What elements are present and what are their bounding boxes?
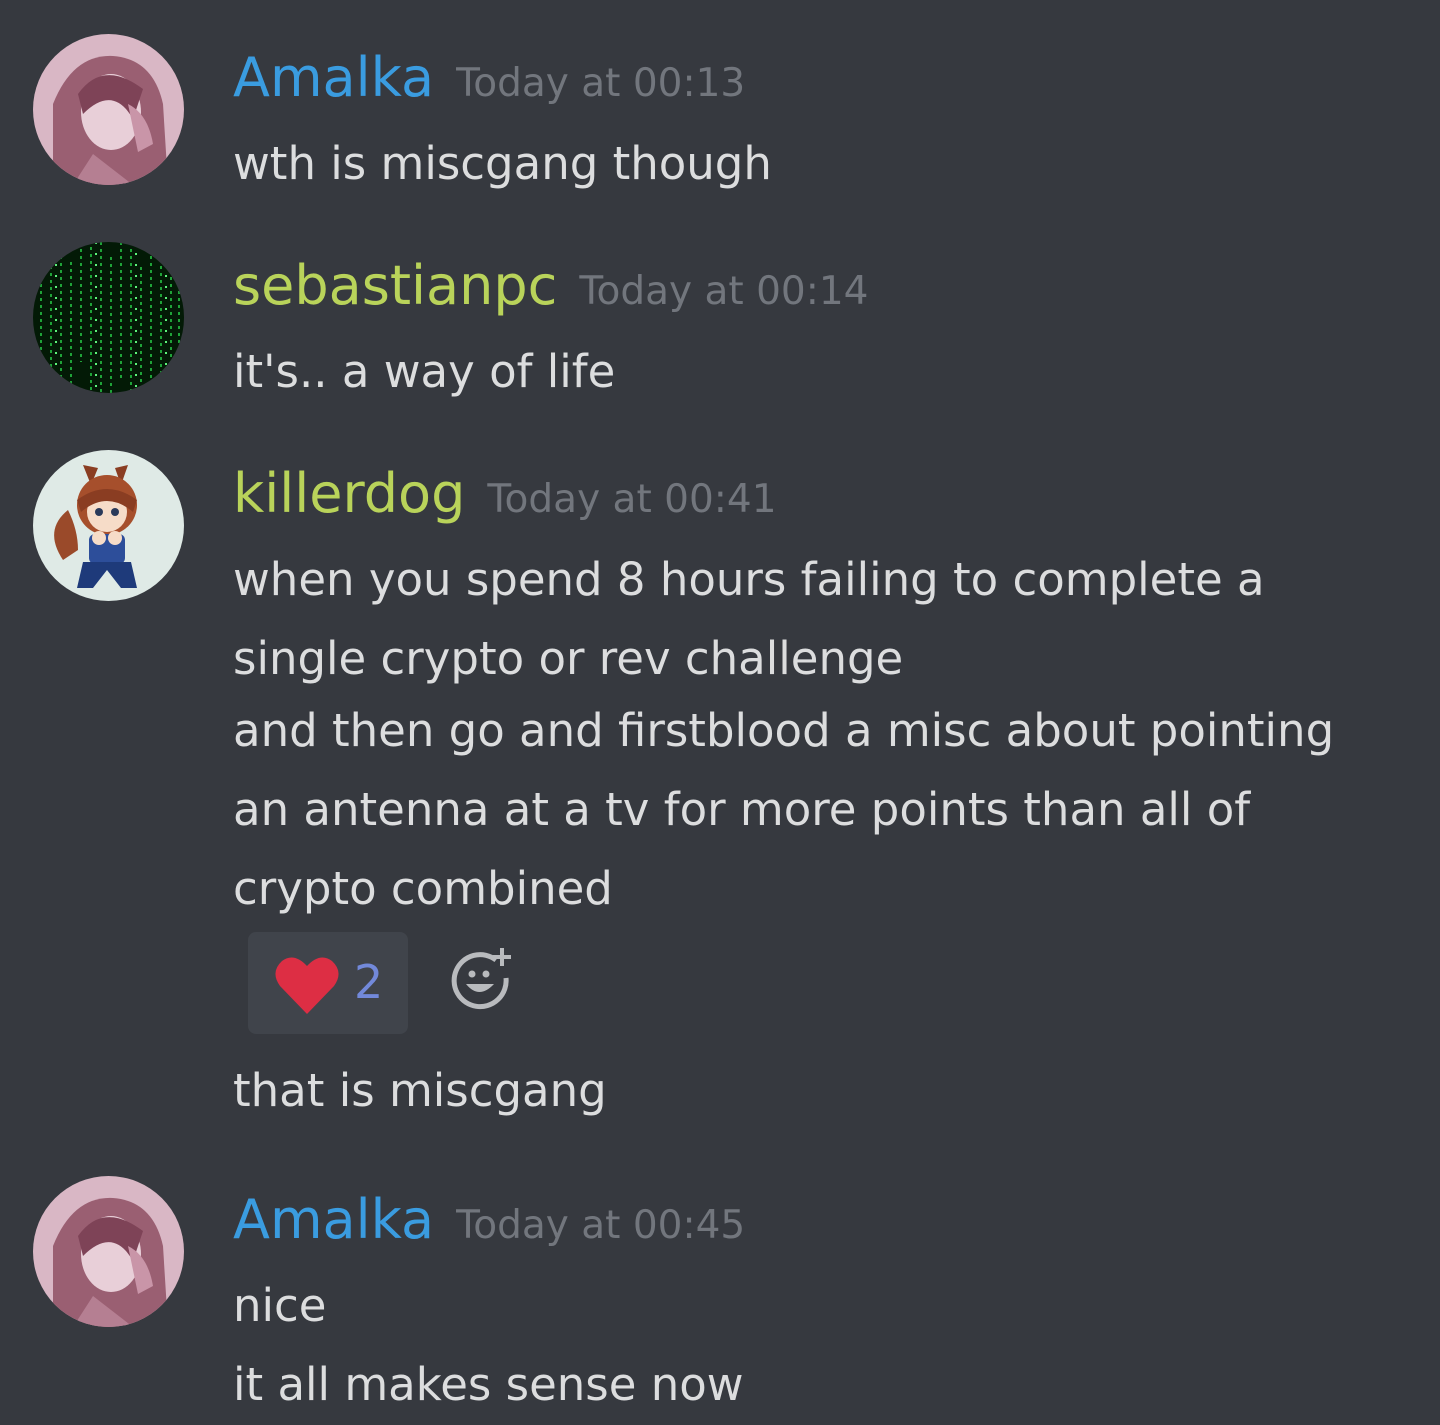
add-reaction-icon[interactable] bbox=[450, 946, 516, 1012]
message-text: crypto combined bbox=[233, 862, 613, 915]
username[interactable]: Amalka bbox=[233, 1188, 434, 1251]
timestamp: Today at 00:45 bbox=[456, 1203, 746, 1248]
message-header: sebastianpc Today at 00:14 bbox=[233, 256, 869, 316]
message-text: single crypto or rev challenge bbox=[233, 632, 904, 685]
avatar[interactable] bbox=[33, 450, 184, 601]
anime-girl-avatar-icon bbox=[33, 1176, 184, 1327]
heart-icon bbox=[275, 957, 339, 1014]
anime-girl-avatar-icon bbox=[33, 34, 184, 185]
message-text: it all makes sense now bbox=[233, 1358, 744, 1411]
message-header: Amalka Today at 00:45 bbox=[233, 1190, 745, 1250]
timestamp: Today at 00:14 bbox=[579, 269, 869, 314]
message-text: that is miscgang bbox=[233, 1064, 607, 1117]
message-text: and then go and firstblood a misc about … bbox=[233, 704, 1335, 757]
avatar[interactable] bbox=[33, 242, 184, 393]
avatar[interactable] bbox=[33, 1176, 184, 1327]
username[interactable]: Amalka bbox=[233, 46, 434, 109]
chibi-foxgirl-avatar-icon bbox=[33, 450, 184, 601]
reaction-count: 2 bbox=[354, 955, 384, 1009]
timestamp: Today at 00:41 bbox=[487, 477, 777, 522]
username[interactable]: sebastianpc bbox=[233, 254, 557, 317]
reaction-button[interactable]: 2 bbox=[248, 932, 408, 1034]
message-text: when you spend 8 hours failing to comple… bbox=[233, 553, 1265, 606]
avatar[interactable] bbox=[33, 34, 184, 185]
username[interactable]: killerdog bbox=[233, 462, 465, 525]
message-header: Amalka Today at 00:13 bbox=[233, 48, 745, 108]
message-text: it's.. a way of life bbox=[233, 345, 616, 398]
message-text: an antenna at a tv for more points than … bbox=[233, 783, 1251, 836]
message-text: nice bbox=[233, 1279, 327, 1332]
chat-messages: Amalka Today at 00:13 wth is miscgang tho… bbox=[0, 0, 1440, 1425]
message-header: killerdog Today at 00:41 bbox=[233, 464, 777, 524]
timestamp: Today at 00:13 bbox=[456, 61, 746, 106]
message-text: wth is miscgang though bbox=[233, 137, 772, 190]
matrix-code-avatar-icon bbox=[33, 242, 184, 393]
